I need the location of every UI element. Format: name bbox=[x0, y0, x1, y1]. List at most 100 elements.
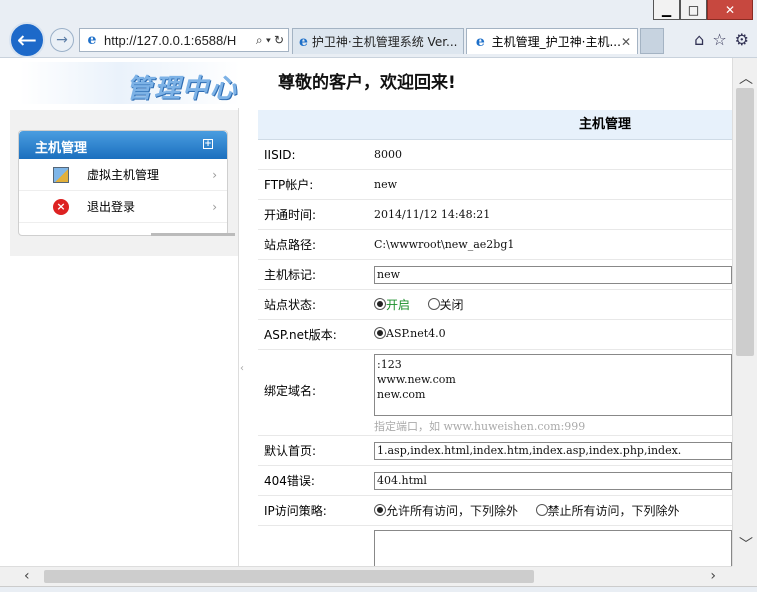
page-content: 管理中心 尊敬的客户，欢迎回来! ‹ 主机管理 + 虚拟主机管理 › × 退出登… bbox=[0, 58, 732, 566]
row-path: 站点路径: C:\wwwroot\new_ae2bg1 bbox=[258, 230, 732, 260]
sidebar-item-label: 虚拟主机管理 bbox=[87, 168, 160, 182]
vertical-scrollbar[interactable]: ︿ ﹀ bbox=[732, 58, 757, 566]
sidebar-divider bbox=[238, 108, 252, 566]
row-iisid: IISID: 8000 bbox=[258, 140, 732, 170]
status-bar bbox=[0, 586, 757, 592]
sidebar-menu: 主机管理 + 虚拟主机管理 › × 退出登录 › bbox=[18, 130, 235, 236]
address-url[interactable]: http://127.0.0.1:6588/H bbox=[104, 33, 253, 48]
opened-label: 开通时间: bbox=[264, 208, 317, 222]
ip-deny-label: 禁止所有访问，下列除外 bbox=[547, 503, 680, 518]
refresh-icon[interactable]: ↻ bbox=[274, 33, 284, 47]
status-on-label: 开启 bbox=[386, 297, 411, 312]
horizontal-scroll-thumb[interactable] bbox=[44, 570, 534, 583]
row-mark: 主机标记: new bbox=[258, 260, 732, 290]
sidebar-title-label: 主机管理 bbox=[35, 141, 88, 156]
radio-empty-icon[interactable] bbox=[427, 298, 440, 311]
back-button[interactable]: ← bbox=[9, 22, 45, 58]
gear-icon[interactable]: ⚙ bbox=[735, 30, 749, 49]
ip-deny-radio[interactable]: 禁止所有访问，下列除外 bbox=[535, 502, 680, 519]
ip-allow-radio[interactable]: 允许所有访问，下列除外 bbox=[374, 502, 518, 519]
domains-label: 绑定域名: bbox=[264, 384, 317, 398]
sidebar-scroll-indicator bbox=[151, 233, 235, 236]
ftp-value: new bbox=[374, 178, 398, 191]
mark-label: 主机标记: bbox=[264, 268, 317, 282]
chevron-right-icon: › bbox=[212, 167, 217, 182]
tab-host-manage[interactable]: e 主机管理_护卫神·主机... ✕ bbox=[466, 28, 638, 54]
mark-input[interactable]: new bbox=[374, 265, 732, 284]
radio-selected-icon[interactable] bbox=[374, 327, 386, 340]
row-ip-policy: IP访问策略: 允许所有访问，下列除外 禁止所有访问，下列除外 bbox=[258, 496, 732, 526]
close-tab-icon[interactable]: ✕ bbox=[621, 35, 631, 49]
sidebar-item-logout[interactable]: × 退出登录 › bbox=[19, 191, 227, 223]
ie-page-icon: e bbox=[87, 32, 97, 48]
welcome-message: 尊敬的客户，欢迎回来! bbox=[278, 73, 456, 93]
status-label: 站点状态: bbox=[264, 298, 317, 312]
tab-hosting-system[interactable]: e 护卫神·主机管理系统 Ver... bbox=[292, 28, 464, 54]
scroll-right-icon[interactable]: › bbox=[710, 568, 716, 584]
logo: 管理中心 bbox=[20, 62, 240, 104]
aspnet-label: ASP.net版本: bbox=[264, 328, 337, 342]
status-off-label: 关闭 bbox=[439, 297, 464, 312]
default-page-input[interactable]: 1.asp,index.html,index.htm,index.asp,ind… bbox=[374, 441, 732, 460]
status-on-radio[interactable]: 开启 bbox=[374, 296, 410, 313]
error404-input[interactable]: 404.html bbox=[374, 471, 732, 490]
chevron-right-icon: › bbox=[212, 199, 217, 214]
ip-policy-label: IP访问策略: bbox=[264, 504, 327, 518]
ie-tab-icon: e bbox=[475, 33, 485, 50]
form-title: 主机管理 bbox=[258, 110, 732, 140]
row-opened: 开通时间: 2014/11/12 14:48:21 bbox=[258, 200, 732, 230]
ie-tab-icon: e bbox=[299, 33, 308, 50]
browser-chrome: ▁ □ ✕ ← → e http://127.0.0.1:6588/H ⌕ ▾ … bbox=[0, 0, 757, 58]
minimize-button[interactable]: ▁ bbox=[653, 0, 680, 20]
status-off-radio[interactable]: 关闭 bbox=[427, 296, 464, 313]
tab-title: 主机管理_护卫神·主机... bbox=[491, 35, 621, 49]
scroll-down-icon[interactable]: ﹀ bbox=[739, 534, 753, 554]
radio-selected-icon[interactable] bbox=[374, 298, 386, 311]
home-icon[interactable]: ⌂ bbox=[694, 30, 704, 49]
row-status: 站点状态: 开启 关闭 bbox=[258, 290, 732, 320]
virtual-host-icon bbox=[53, 166, 69, 183]
path-label: 站点路径: bbox=[264, 238, 317, 252]
default-page-label: 默认首页: bbox=[264, 444, 317, 458]
sidebar-collapse-icon[interactable]: ‹ bbox=[240, 363, 244, 374]
search-icon[interactable]: ⌕ ▾ bbox=[256, 33, 271, 48]
path-value: C:\wwwroot\new_ae2bg1 bbox=[374, 238, 515, 251]
scroll-up-icon[interactable]: ︿ bbox=[739, 68, 753, 88]
window-controls: ▁ □ ✕ bbox=[653, 0, 753, 20]
logo-text: 管理中心 bbox=[126, 74, 239, 104]
radio-empty-icon[interactable] bbox=[535, 504, 548, 517]
aspnet-radio[interactable]: ASP.net4.0 bbox=[374, 327, 446, 340]
logout-x-icon: × bbox=[53, 198, 69, 215]
row-domains: 绑定域名: :123 www.new.com new.com 指定端口，如 ww… bbox=[258, 350, 732, 436]
maximize-button[interactable]: □ bbox=[680, 0, 707, 20]
expand-plus-icon[interactable]: + bbox=[203, 139, 213, 149]
error404-label: 404错误: bbox=[264, 474, 315, 488]
radio-selected-icon[interactable] bbox=[374, 504, 386, 517]
close-window-button[interactable]: ✕ bbox=[707, 0, 753, 20]
favorites-star-icon[interactable]: ☆ bbox=[712, 30, 726, 49]
ftp-label: FTP帐户: bbox=[264, 178, 314, 192]
iisid-label: IISID: bbox=[264, 147, 296, 162]
page-header: 管理中心 尊敬的客户，欢迎回来! bbox=[0, 58, 732, 108]
sidebar-item-vhost[interactable]: 虚拟主机管理 › bbox=[19, 159, 227, 191]
host-form: 主机管理 IISID: 8000 FTP帐户: new 开通时间: 2014/1… bbox=[258, 110, 732, 566]
new-tab-button[interactable] bbox=[640, 28, 664, 54]
scrollbar-corner bbox=[732, 566, 757, 586]
address-bar[interactable]: e http://127.0.0.1:6588/H ⌕ ▾ ↻ bbox=[79, 28, 289, 52]
sidebar-title[interactable]: 主机管理 + bbox=[19, 131, 227, 159]
opened-value: 2014/11/12 14:48:21 bbox=[374, 208, 491, 221]
ip-list-textarea[interactable] bbox=[374, 530, 732, 566]
row-aspnet: ASP.net版本: ASP.net4.0 bbox=[258, 320, 732, 350]
scroll-left-icon[interactable]: ‹ bbox=[24, 568, 30, 584]
horizontal-scrollbar[interactable]: ‹ › bbox=[0, 566, 732, 586]
tab-title: 护卫神·主机管理系统 Ver... bbox=[311, 35, 458, 49]
row-ip-list bbox=[258, 526, 732, 566]
domains-textarea[interactable]: :123 www.new.com new.com bbox=[374, 354, 732, 416]
forward-button[interactable]: → bbox=[50, 28, 74, 52]
row-default-page: 默认首页: 1.asp,index.html,index.htm,index.a… bbox=[258, 436, 732, 466]
iisid-value: 8000 bbox=[374, 148, 402, 161]
domains-hint: 指定端口，如 www.huweishen.com:999 bbox=[374, 420, 586, 433]
vertical-scroll-thumb[interactable] bbox=[736, 88, 754, 356]
ip-allow-label: 允许所有访问，下列除外 bbox=[386, 503, 519, 518]
aspnet-option-label: ASP.net4.0 bbox=[386, 326, 446, 340]
